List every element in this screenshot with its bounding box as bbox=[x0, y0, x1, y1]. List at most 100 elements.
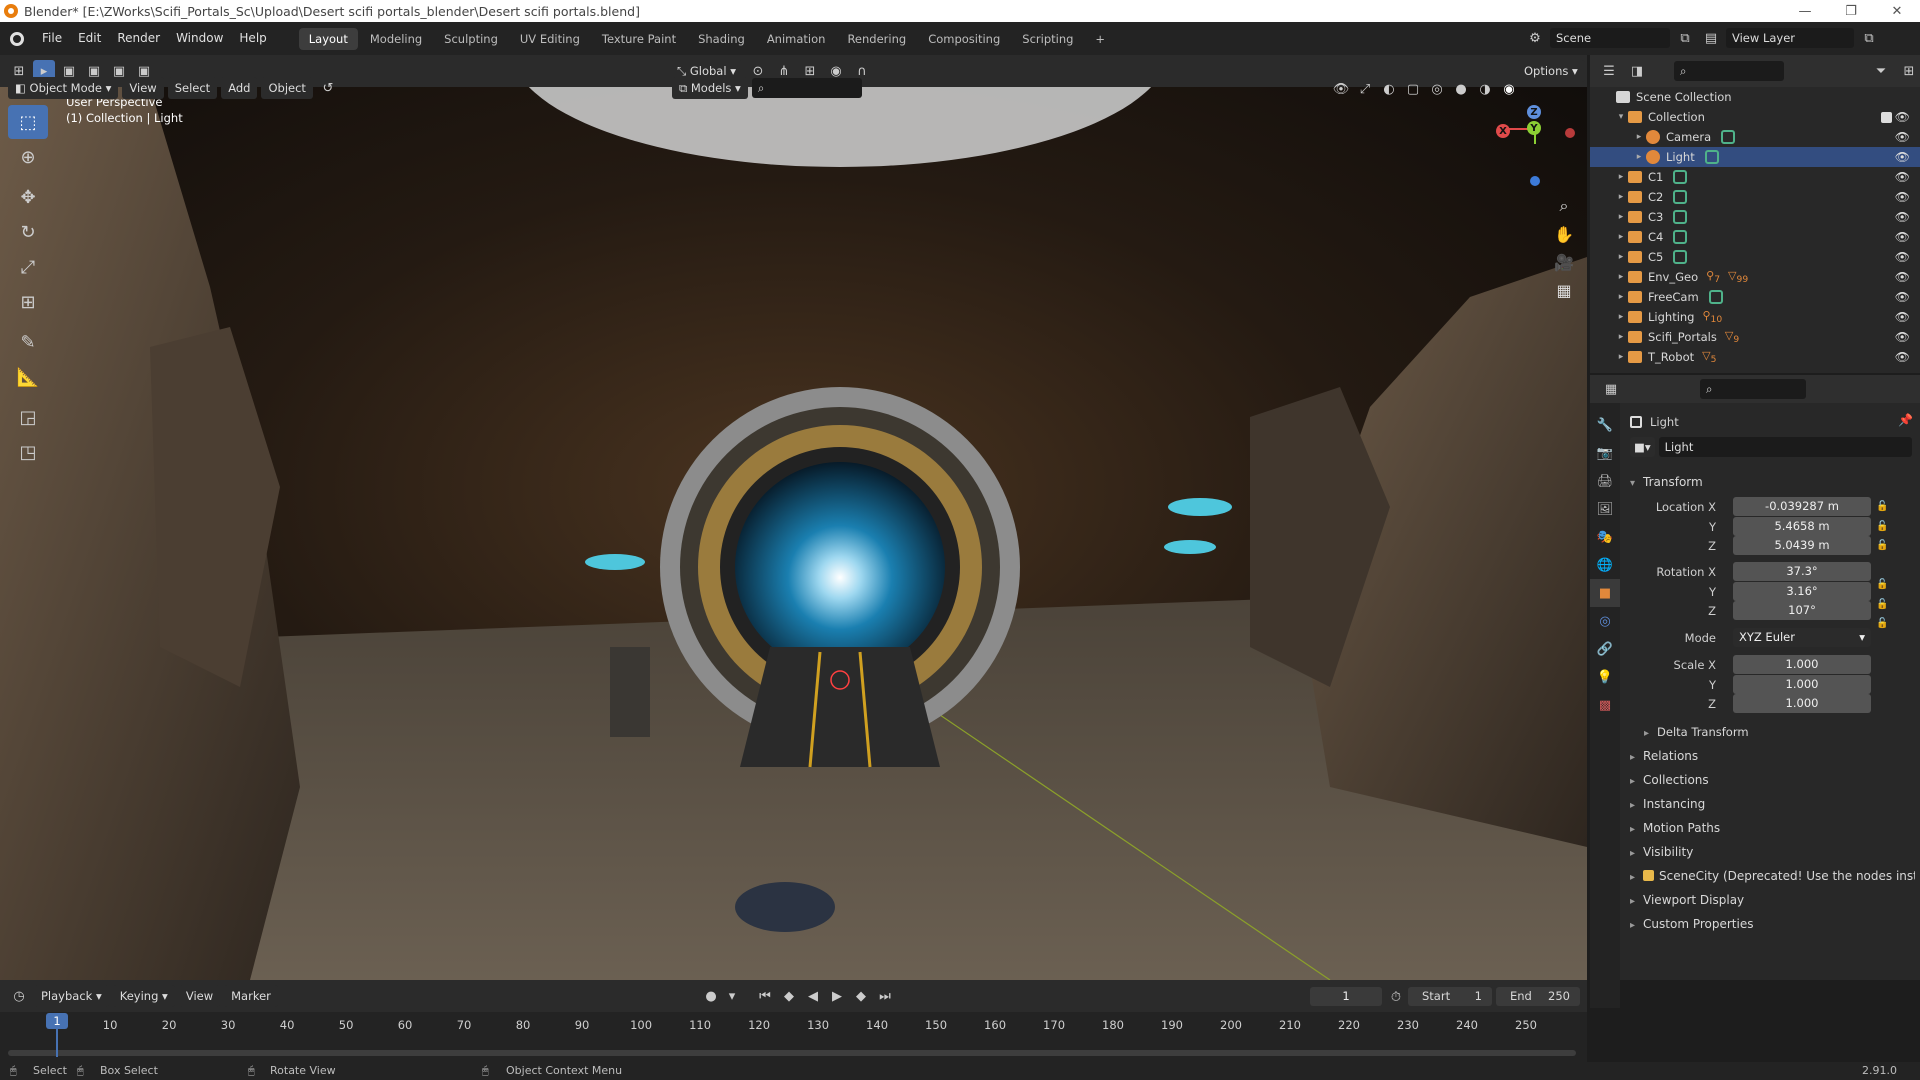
motion-paths-panel[interactable]: Motion Paths bbox=[1630, 821, 1720, 835]
object-mode-dropdown[interactable]: ◧ Object Mode ▾ bbox=[8, 77, 119, 99]
expand-arrow-icon[interactable]: ▸ bbox=[1614, 272, 1628, 282]
pin-icon[interactable]: 📌 bbox=[1898, 413, 1913, 427]
relations-panel[interactable]: Relations bbox=[1630, 749, 1698, 763]
material-shading-icon[interactable]: ◑ bbox=[1474, 78, 1496, 100]
tab-texture-paint[interactable]: Texture Paint bbox=[592, 28, 686, 50]
next-keyframe-icon[interactable]: ◆ bbox=[850, 985, 872, 1007]
playhead[interactable]: 1 bbox=[46, 1013, 68, 1029]
rendered-shading-icon[interactable]: ◉ bbox=[1498, 78, 1520, 100]
wireframe-shading-icon[interactable]: ◎ bbox=[1426, 78, 1448, 100]
menu-object[interactable]: Object bbox=[261, 77, 313, 99]
blender-menu-icon[interactable] bbox=[0, 31, 34, 46]
add-plane-tool-icon[interactable]: ◳ bbox=[8, 435, 48, 469]
visibility-eye-icon[interactable]: 👁 bbox=[1895, 210, 1910, 224]
navigation-gizmo[interactable]: Z Y X bbox=[1480, 87, 1580, 187]
expand-arrow-icon[interactable]: ▸ bbox=[1614, 172, 1628, 182]
visibility-eye-icon[interactable]: 👁 bbox=[1895, 350, 1910, 364]
3d-viewport[interactable]: User Perspective (1) Collection | Light … bbox=[0, 87, 1587, 980]
collections-panel[interactable]: Collections bbox=[1630, 773, 1709, 787]
scene-selector[interactable]: Scene bbox=[1550, 28, 1670, 48]
scenecity-panel[interactable]: SceneCity (Deprecated! Use the nodes ins… bbox=[1630, 869, 1915, 883]
visibility-eye-icon[interactable]: 👁 bbox=[1895, 170, 1910, 184]
start-frame-field[interactable]: Start 1 bbox=[1408, 987, 1492, 1006]
menu-window[interactable]: Window bbox=[168, 22, 231, 55]
collection-filter-dropdown[interactable]: ⧉ Models ▾ bbox=[672, 77, 748, 99]
prev-keyframe-icon[interactable]: ◆ bbox=[778, 985, 800, 1007]
expand-arrow-icon[interactable]: ▸ bbox=[1614, 232, 1628, 242]
ortho-grid-icon[interactable]: ▦ bbox=[1550, 276, 1578, 304]
menu-add[interactable]: Add bbox=[221, 77, 258, 99]
new-view-layer-icon[interactable]: ⧉ bbox=[1858, 27, 1880, 49]
overlay-icon[interactable]: ◐ bbox=[1378, 78, 1400, 100]
add-cube-tool-icon[interactable]: ◲ bbox=[8, 400, 48, 434]
visibility-eye-icon[interactable]: 👁 bbox=[1895, 230, 1910, 244]
visibility-eye-icon[interactable]: 👁 bbox=[1895, 270, 1910, 284]
outliner-row-c3[interactable]: ▸ C3 👁 bbox=[1590, 207, 1920, 227]
outliner-row-light[interactable]: ▸ Light 👁 bbox=[1590, 147, 1920, 167]
record-icon[interactable]: ● bbox=[700, 985, 722, 1007]
tab-compositing[interactable]: Compositing bbox=[918, 28, 1010, 50]
expand-arrow-icon[interactable]: ▸ bbox=[1614, 212, 1628, 222]
close-button[interactable]: ✕ bbox=[1874, 0, 1920, 22]
stopwatch-icon[interactable]: ⏱ bbox=[1385, 986, 1407, 1008]
expand-arrow-icon[interactable]: ▸ bbox=[1614, 312, 1628, 322]
custom-properties-panel[interactable]: Custom Properties bbox=[1630, 917, 1753, 931]
rotation-y-field[interactable]: 3.16° bbox=[1733, 582, 1871, 601]
properties-editor-icon[interactable]: ▦ bbox=[1600, 378, 1622, 400]
output-tab-icon[interactable]: 🖨 bbox=[1590, 467, 1620, 495]
display-mode-icon[interactable]: ◨ bbox=[1626, 60, 1648, 82]
scale-y-field[interactable]: 1.000 bbox=[1733, 675, 1871, 694]
delta-transform-panel[interactable]: Delta Transform bbox=[1644, 725, 1749, 739]
outliner-search-input[interactable]: ⌕ bbox=[1674, 61, 1784, 81]
outliner-row-c4[interactable]: ▸ C4 👁 bbox=[1590, 227, 1920, 247]
outliner-row-camera[interactable]: ▸ Camera 👁 bbox=[1590, 127, 1920, 147]
outliner-row-c1[interactable]: ▸ C1 👁 bbox=[1590, 167, 1920, 187]
tab-sculpting[interactable]: Sculpting bbox=[434, 28, 508, 50]
outliner-row-c2[interactable]: ▸ C2 👁 bbox=[1590, 187, 1920, 207]
select-box-tool-icon[interactable]: ⬚ bbox=[8, 105, 48, 139]
gizmo-toggle-icon[interactable]: ⤢ bbox=[1354, 78, 1376, 100]
marker-menu[interactable]: Marker bbox=[224, 985, 278, 1007]
outliner-row-lighting[interactable]: ▸ Lighting ⚲10 👁 bbox=[1590, 307, 1920, 327]
visibility-eye-icon[interactable]: 👁 bbox=[1895, 190, 1910, 204]
tab-rendering[interactable]: Rendering bbox=[837, 28, 916, 50]
tab-scripting[interactable]: Scripting bbox=[1012, 28, 1083, 50]
outliner-row-scifi-portals[interactable]: ▸ Scifi_Portals ▽9 👁 bbox=[1590, 327, 1920, 347]
play-reverse-icon[interactable]: ◀ bbox=[802, 985, 824, 1007]
instancing-panel[interactable]: Instancing bbox=[1630, 797, 1705, 811]
gizmo-neg-z-icon[interactable] bbox=[1530, 176, 1540, 186]
maximize-button[interactable]: ❐ bbox=[1828, 0, 1874, 22]
tab-modeling[interactable]: Modeling bbox=[360, 28, 432, 50]
xray-icon[interactable]: ▢ bbox=[1402, 78, 1424, 100]
menu-edit[interactable]: Edit bbox=[70, 22, 109, 55]
expand-arrow-icon[interactable]: ▸ bbox=[1632, 152, 1646, 162]
record-options-icon[interactable]: ▾ bbox=[724, 985, 740, 1007]
tab-animation[interactable]: Animation bbox=[757, 28, 836, 50]
visibility-eye-icon[interactable]: 👁 bbox=[1895, 130, 1910, 144]
play-icon[interactable]: ▶ bbox=[826, 985, 848, 1007]
timeline-scrollbar[interactable] bbox=[8, 1050, 1576, 1056]
datablock-name-field[interactable]: Light bbox=[1658, 437, 1912, 457]
rotation-z-field[interactable]: 107° bbox=[1733, 601, 1871, 620]
end-frame-field[interactable]: End 250 bbox=[1496, 987, 1580, 1006]
curve-icon[interactable]: ↺ bbox=[317, 77, 339, 99]
visibility-eye-icon[interactable]: 👁 bbox=[1895, 310, 1910, 324]
transform-tool-icon[interactable]: ⊞ bbox=[8, 285, 48, 319]
view-layer-icon[interactable]: ▤ bbox=[1700, 27, 1722, 49]
expand-arrow-icon[interactable]: ▸ bbox=[1614, 352, 1628, 362]
options-dropdown[interactable]: Options ▾ bbox=[1517, 60, 1585, 82]
visibility-eye-icon[interactable]: 👁 bbox=[1895, 330, 1910, 344]
transform-panel-header[interactable]: Transform bbox=[1630, 475, 1703, 489]
move-tool-icon[interactable]: ✥ bbox=[8, 180, 48, 214]
outliner-row-freecam[interactable]: ▸ FreeCam 👁 bbox=[1590, 287, 1920, 307]
visibility-icon[interactable]: 👁 bbox=[1330, 78, 1352, 100]
menu-help[interactable]: Help bbox=[231, 22, 274, 55]
tab-shading[interactable]: Shading bbox=[688, 28, 755, 50]
visibility-eye-icon[interactable]: 👁 bbox=[1895, 290, 1910, 304]
scene-icon[interactable]: ⚙ bbox=[1524, 27, 1546, 49]
gizmo-z-icon[interactable]: Z bbox=[1527, 105, 1541, 119]
new-scene-icon[interactable]: ⧉ bbox=[1674, 27, 1696, 49]
playback-menu[interactable]: Playback ▾ bbox=[34, 985, 109, 1007]
scale-z-field[interactable]: 1.000 bbox=[1733, 694, 1871, 713]
camera-view-icon[interactable]: 🎥 bbox=[1550, 248, 1578, 276]
